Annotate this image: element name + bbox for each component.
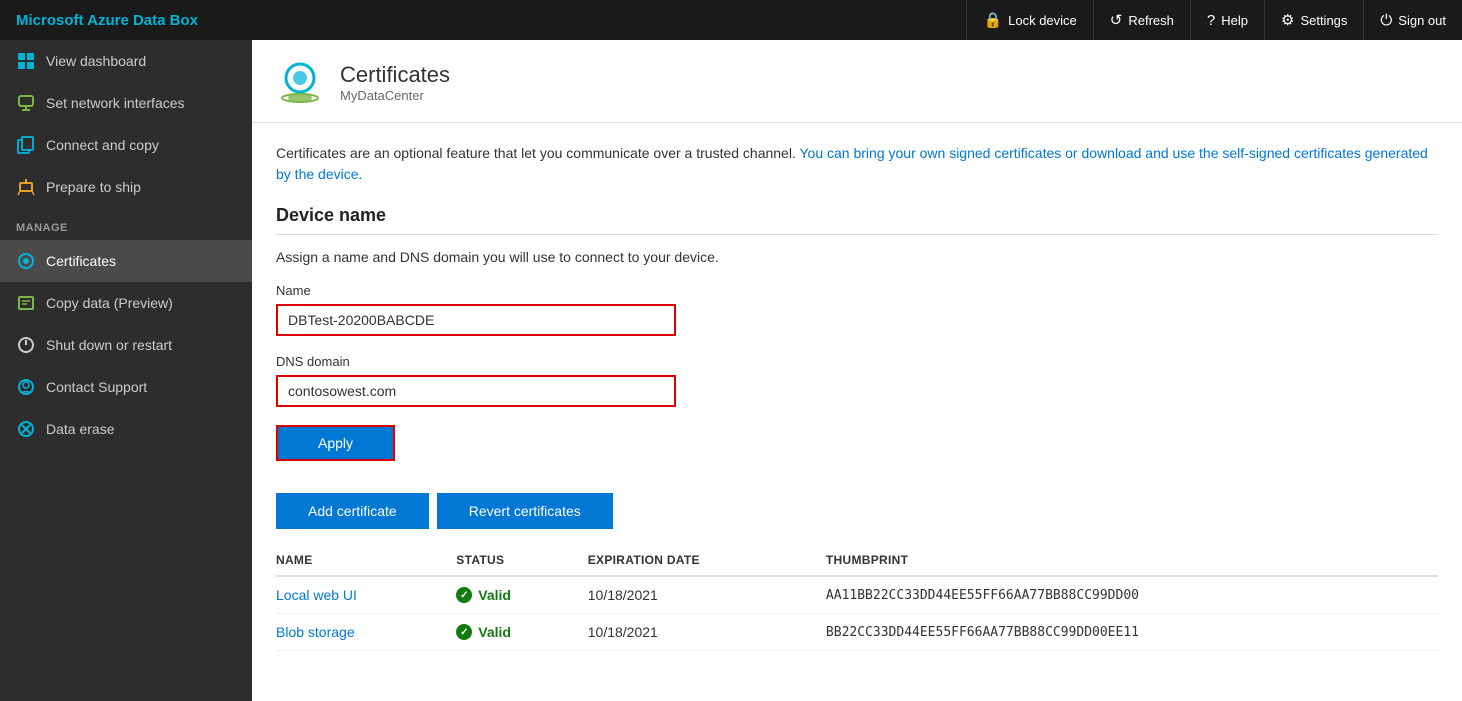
sidebar-manage-section: MANAGE — [0, 208, 252, 240]
col-expiration: EXPIRATION DATE — [588, 545, 826, 576]
settings-icon: ⚙ — [1281, 11, 1294, 29]
help-icon: ? — [1207, 12, 1215, 29]
help-label: Help — [1221, 13, 1248, 28]
sidebar-item-copydata-label: Copy data (Preview) — [46, 295, 173, 311]
cert-actions: Add certificate Revert certificates — [276, 493, 1438, 529]
status-dot-2 — [456, 624, 472, 640]
col-name: NAME — [276, 545, 456, 576]
name-input[interactable] — [276, 304, 676, 336]
page-header-text: Certificates MyDataCenter — [340, 62, 450, 103]
sidebar-item-copydata[interactable]: Copy data (Preview) — [0, 282, 252, 324]
cert-name-1: Local web UI — [276, 576, 456, 614]
status-valid-2: Valid — [456, 624, 571, 640]
sidebar-item-erase-label: Data erase — [46, 421, 114, 437]
settings-button[interactable]: ⚙ Settings — [1264, 0, 1363, 40]
main-layout: View dashboard Set network interfaces Co… — [0, 40, 1462, 701]
sidebar-item-shutdown-label: Shut down or restart — [46, 337, 172, 353]
page-title: Certificates — [340, 62, 450, 88]
add-certificate-button[interactable]: Add certificate — [276, 493, 429, 529]
cert-status-2: Valid — [456, 614, 587, 651]
content-area: Certificates MyDataCenter Certificates a… — [252, 40, 1462, 701]
dns-field-label: DNS domain — [276, 354, 1438, 369]
refresh-label: Refresh — [1128, 13, 1174, 28]
help-button[interactable]: ? Help — [1190, 0, 1264, 40]
certificates-section: Add certificate Revert certificates NAME… — [276, 493, 1438, 651]
app-title: Microsoft Azure Data Box — [16, 12, 966, 29]
sidebar-item-ship[interactable]: Prepare to ship — [0, 166, 252, 208]
sidebar-item-support[interactable]: Contact Support — [0, 366, 252, 408]
dns-field-group: DNS domain — [276, 354, 1438, 407]
page-description: Certificates are an optional feature tha… — [276, 143, 1438, 185]
content-body: Certificates are an optional feature tha… — [252, 123, 1462, 671]
dns-input[interactable] — [276, 375, 676, 407]
table-body: Local web UI Valid 10/18/2021 AA11BB22CC… — [276, 576, 1438, 651]
name-field-label: Name — [276, 283, 1438, 298]
shutdown-icon — [16, 335, 36, 355]
sidebar-item-certificates[interactable]: Certificates — [0, 240, 252, 282]
sidebar-item-network-label: Set network interfaces — [46, 95, 185, 111]
sidebar-item-certificates-label: Certificates — [46, 253, 116, 269]
sidebar-item-copy[interactable]: Connect and copy — [0, 124, 252, 166]
table-row: Blob storage Valid 10/18/2021 BB22CC33DD… — [276, 614, 1438, 651]
cert-thumbprint-2: BB22CC33DD44EE55FF66AA77BB88CC99DD00EE11 — [826, 614, 1438, 651]
table-header: NAME STATUS EXPIRATION DATE THUMBPRINT — [276, 545, 1438, 576]
sidebar-item-dashboard[interactable]: View dashboard — [0, 40, 252, 82]
status-dot-1 — [456, 587, 472, 603]
sidebar-item-network[interactable]: Set network interfaces — [0, 82, 252, 124]
cert-link-1[interactable]: Local web UI — [276, 587, 357, 603]
topbar-actions: 🔒 Lock device ↺ Refresh ? Help ⚙ Setting… — [966, 0, 1462, 40]
cert-expiration-1: 10/18/2021 — [588, 576, 826, 614]
name-field-group: Name — [276, 283, 1438, 336]
sidebar: View dashboard Set network interfaces Co… — [0, 40, 252, 701]
erase-icon — [16, 419, 36, 439]
lock-label: Lock device — [1008, 13, 1077, 28]
apply-button[interactable]: Apply — [276, 425, 395, 461]
col-thumbprint: THUMBPRINT — [826, 545, 1438, 576]
sidebar-item-support-label: Contact Support — [46, 379, 147, 395]
col-status: STATUS — [456, 545, 587, 576]
device-name-subtitle: Assign a name and DNS domain you will us… — [276, 249, 1438, 265]
copy-icon — [16, 135, 36, 155]
cert-expiration-2: 10/18/2021 — [588, 614, 826, 651]
sidebar-item-dashboard-label: View dashboard — [46, 53, 146, 69]
network-icon — [16, 93, 36, 113]
status-valid-1: Valid — [456, 587, 571, 603]
section-divider — [276, 234, 1438, 235]
support-icon — [16, 377, 36, 397]
page-header: Certificates MyDataCenter — [252, 40, 1462, 123]
cert-link-2[interactable]: Blob storage — [276, 624, 355, 640]
cert-thumbprint-1: AA11BB22CC33DD44EE55FF66AA77BB88CC99DD00 — [826, 576, 1438, 614]
ship-icon — [16, 177, 36, 197]
settings-label: Settings — [1300, 13, 1347, 28]
device-name-section: Device name Assign a name and DNS domain… — [276, 205, 1438, 493]
revert-certificates-button[interactable]: Revert certificates — [437, 493, 613, 529]
signout-button[interactable]: ⏻ Sign out — [1363, 0, 1462, 40]
signout-label: Sign out — [1398, 13, 1446, 28]
page-subtitle: MyDataCenter — [340, 88, 450, 103]
refresh-button[interactable]: ↺ Refresh — [1093, 0, 1190, 40]
certificates-page-icon — [276, 58, 324, 106]
table-row: Local web UI Valid 10/18/2021 AA11BB22CC… — [276, 576, 1438, 614]
lock-icon: 🔒 — [983, 11, 1002, 29]
certificates-icon — [16, 251, 36, 271]
topbar: Microsoft Azure Data Box 🔒 Lock device ↺… — [0, 0, 1462, 40]
sidebar-item-erase[interactable]: Data erase — [0, 408, 252, 450]
cert-status-1: Valid — [456, 576, 587, 614]
dashboard-icon — [16, 51, 36, 71]
device-name-title: Device name — [276, 205, 1438, 226]
cert-name-2: Blob storage — [276, 614, 456, 651]
signout-icon: ⏻ — [1380, 12, 1392, 29]
lock-device-button[interactable]: 🔒 Lock device — [966, 0, 1092, 40]
sidebar-item-copy-label: Connect and copy — [46, 137, 159, 153]
refresh-icon: ↺ — [1110, 11, 1123, 29]
sidebar-item-shutdown[interactable]: Shut down or restart — [0, 324, 252, 366]
sidebar-item-ship-label: Prepare to ship — [46, 179, 141, 195]
copydata-icon — [16, 293, 36, 313]
certificates-table: NAME STATUS EXPIRATION DATE THUMBPRINT L… — [276, 545, 1438, 651]
